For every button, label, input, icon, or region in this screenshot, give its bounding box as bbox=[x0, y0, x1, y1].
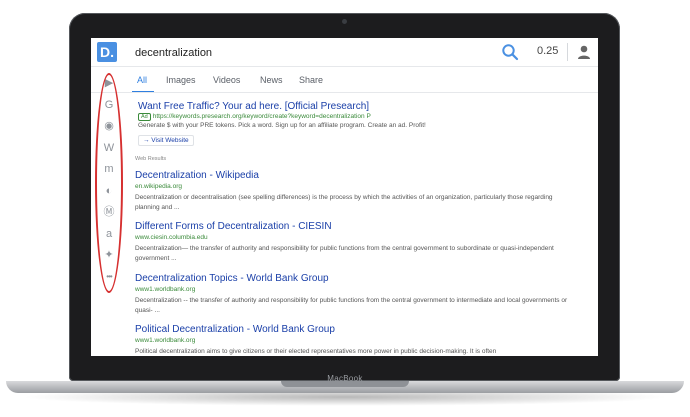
result-item: Decentralization - Wikipedia en.wikipedi… bbox=[135, 170, 575, 213]
tab-videos[interactable]: Videos bbox=[213, 75, 240, 85]
tab-news[interactable]: News bbox=[260, 75, 283, 85]
result-title-link[interactable]: Decentralization Topics - World Bank Gro… bbox=[135, 273, 575, 284]
result-url[interactable]: www.ciesin.columbia.edu bbox=[135, 234, 575, 241]
ad-description: Generate $ with your PRE tokens. Pick a … bbox=[138, 122, 426, 129]
result-snippet: Political decentralization aims to give … bbox=[135, 348, 497, 355]
result-url[interactable]: www1.worldbank.org bbox=[135, 286, 575, 293]
result-title-link[interactable]: Different Forms of Decentralization - CI… bbox=[135, 221, 575, 232]
result-snippet: Decentralization -- the transfer of auth… bbox=[135, 297, 568, 314]
tab-images[interactable]: Images bbox=[166, 75, 196, 85]
result-url[interactable]: www1.worldbank.org bbox=[135, 337, 575, 344]
presearch-logo[interactable]: D. bbox=[97, 42, 117, 62]
tabs-divider bbox=[91, 92, 598, 93]
tab-share[interactable]: Share bbox=[299, 75, 323, 85]
ad-title-link[interactable]: Want Free Traffic? Your ad here. [Offici… bbox=[138, 101, 578, 112]
token-balance: 0.25 bbox=[537, 45, 559, 57]
camera bbox=[342, 19, 347, 24]
header-divider bbox=[567, 43, 568, 61]
search-input[interactable] bbox=[135, 44, 485, 62]
result-title-link[interactable]: Political Decentralization - World Bank … bbox=[135, 324, 575, 335]
result-title-link[interactable]: Decentralization - Wikipedia bbox=[135, 170, 575, 181]
search-header: D. 0.25 bbox=[91, 38, 598, 67]
result-url[interactable]: en.wikipedia.org bbox=[135, 183, 575, 190]
ad-url-text: https://keywords.presearch.org/keyword/c… bbox=[152, 113, 365, 120]
search-icon[interactable] bbox=[501, 43, 519, 61]
ad-result: Want Free Traffic? Your ad here. [Offici… bbox=[138, 101, 578, 147]
tab-all[interactable]: All bbox=[137, 75, 147, 85]
ad-badge: Ad bbox=[138, 113, 151, 121]
visit-website-button[interactable]: → Visit Website bbox=[138, 135, 194, 146]
result-item: Decentralization Topics - World Bank Gro… bbox=[135, 273, 575, 316]
annotation-ellipse bbox=[95, 73, 123, 293]
ad-url-suffix: P bbox=[366, 113, 371, 120]
laptop-brand-label: MacBook bbox=[327, 374, 363, 383]
web-results-label: Web Results bbox=[135, 156, 167, 162]
result-snippet: Decentralization— the transfer of author… bbox=[135, 245, 554, 262]
user-icon[interactable] bbox=[577, 44, 591, 60]
ad-url[interactable]: Ad https://keywords.presearch.org/keyword… bbox=[138, 113, 578, 121]
result-item: Different Forms of Decentralization - CI… bbox=[135, 221, 575, 264]
result-snippet: Decentralization or decentralisation (se… bbox=[135, 194, 553, 211]
search-tabs: All Images Videos News Share bbox=[129, 66, 589, 93]
laptop-screen: D. 0.25 All Images Videos News Share ▶G◉… bbox=[91, 38, 598, 356]
result-item: Political Decentralization - World Bank … bbox=[135, 324, 575, 356]
